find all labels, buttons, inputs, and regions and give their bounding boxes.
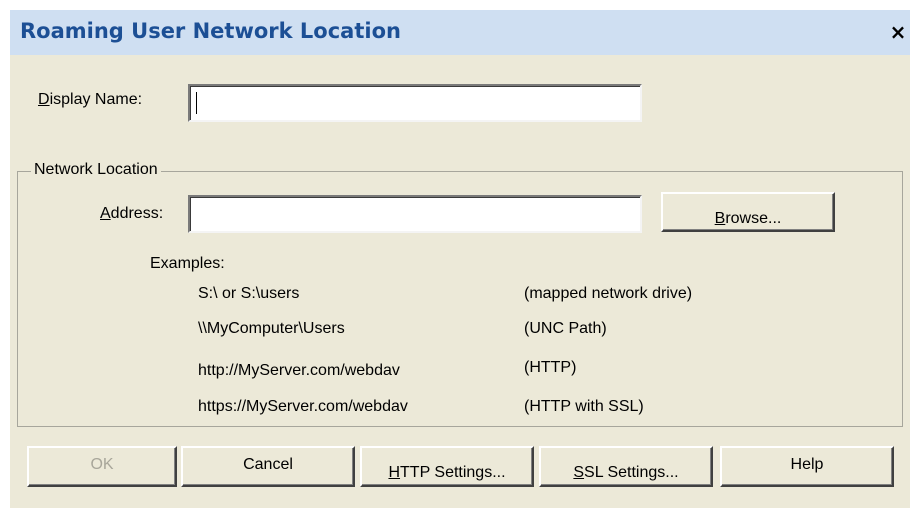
http-settings-accesskey: H — [388, 464, 401, 481]
display-name-input[interactable] — [188, 84, 642, 122]
address-label: Address: — [100, 205, 163, 223]
browse-button[interactable]: Browse... — [661, 192, 835, 232]
close-icon[interactable]: × — [886, 20, 910, 44]
address-label-text: ddress: — [110, 205, 164, 222]
address-accesskey: A — [100, 205, 111, 222]
example-path: https://MyServer.com/webdav — [198, 398, 408, 415]
example-description: (mapped network drive) — [524, 285, 693, 302]
example-description: (HTTP with SSL) — [524, 398, 644, 415]
example-description: (HTTP) — [524, 359, 577, 376]
browse-label: rowse... — [725, 210, 782, 227]
ssl-settings-accesskey: S — [573, 464, 585, 481]
address-input[interactable] — [188, 195, 642, 233]
cancel-button[interactable]: Cancel — [181, 446, 355, 487]
display-name-label: Display Name: — [38, 91, 142, 109]
http-settings-label: TTP Settings... — [400, 464, 506, 481]
http-settings-button[interactable]: HTTP Settings... — [360, 446, 534, 487]
example-path: http://MyServer.com/webdav — [198, 362, 400, 379]
example-path: \\MyComputer\Users — [198, 320, 345, 337]
help-label: Help — [790, 456, 824, 473]
ssl-settings-label: SL Settings... — [584, 464, 679, 481]
ok-label: OK — [90, 456, 114, 473]
ok-button[interactable]: OK — [27, 446, 177, 487]
examples-label: Examples: — [150, 255, 225, 272]
help-button[interactable]: Help — [720, 446, 894, 487]
dialog-window: Roaming User Network Location × Display … — [0, 0, 910, 508]
browse-accesskey: B — [714, 210, 726, 227]
network-location-group-title: Network Location — [31, 161, 161, 179]
display-name-label-text: isplay Name: — [49, 91, 143, 108]
title-bar[interactable]: Roaming User Network Location × — [10, 10, 910, 55]
display-name-accesskey: D — [38, 91, 50, 108]
example-path: S:\ or S:\users — [198, 285, 300, 302]
cancel-label: Cancel — [243, 456, 293, 473]
window-title: Roaming User Network Location — [20, 19, 401, 43]
text-caret — [196, 92, 197, 114]
ssl-settings-button[interactable]: SSL Settings... — [539, 446, 713, 487]
example-description: (UNC Path) — [524, 320, 607, 337]
